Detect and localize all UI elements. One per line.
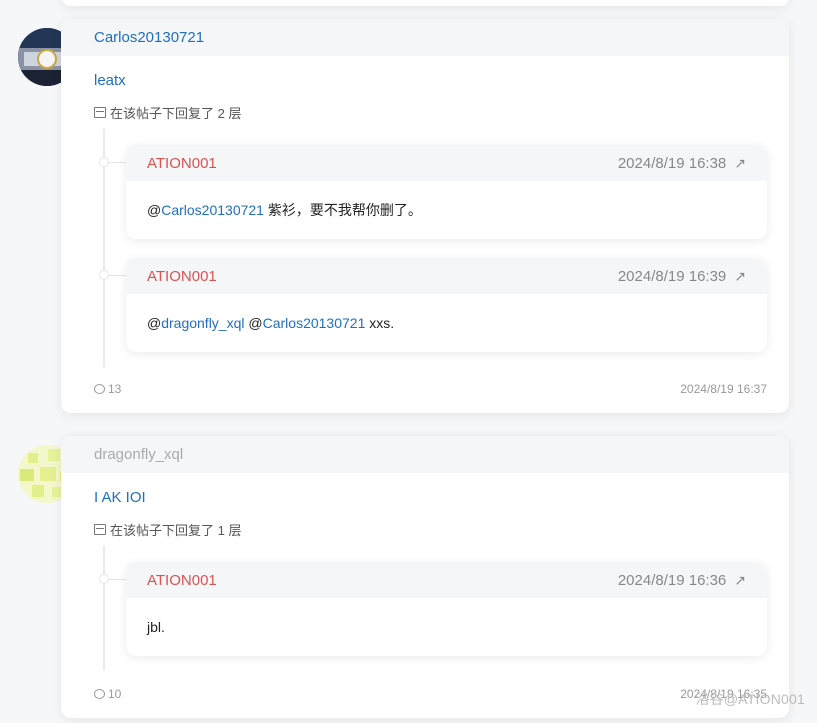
post-author[interactable]: dragonfly_xql: [94, 446, 183, 463]
post-card: dragonfly_xql I AK IOI 在该帖子下回复了 1 层 ATIO…: [61, 436, 789, 718]
mention-link[interactable]: dragonfly_xql: [161, 315, 244, 331]
arrow-up-right-icon[interactable]: ↗: [734, 572, 746, 589]
comment-count[interactable]: 10: [94, 687, 121, 701]
reply-header: ATION001 2024/8/19 16:36 ↗: [126, 562, 767, 598]
reply-info: 在该帖子下回复了 1 层: [94, 520, 241, 539]
reply-time: 2024/8/19 16:39: [617, 267, 727, 285]
reply-text: jbl.: [147, 619, 165, 635]
reply-card: ATION001 2024/8/19 16:39 ↗ @dragonfly_xq…: [126, 258, 767, 352]
post-header: Carlos20130721: [61, 19, 789, 56]
chat-bubble-icon: [94, 689, 105, 699]
post-author[interactable]: Carlos20130721: [94, 29, 204, 46]
reply-header: ATION001 2024/8/19 16:38 ↗: [126, 145, 767, 181]
thread-connector: [108, 579, 126, 580]
reply-card: ATION001 2024/8/19 16:38 ↗ @Carlos201307…: [126, 145, 767, 239]
reply-text: @: [147, 315, 162, 331]
reply-text: @: [147, 202, 162, 218]
reply-author[interactable]: ATION001: [147, 155, 217, 172]
arrow-up-right-icon[interactable]: ↗: [734, 268, 746, 285]
reply-author[interactable]: ATION001: [147, 572, 217, 589]
arrow-up-right-icon[interactable]: ↗: [734, 155, 746, 172]
reply-time: 2024/8/19 16:36: [617, 571, 727, 589]
archive-box-icon: [94, 524, 106, 535]
thread-line: [103, 546, 105, 670]
reply-text: xxs.: [365, 315, 395, 331]
reply-text: @: [244, 315, 263, 331]
reply-body: @dragonfly_xql @Carlos20130721 xxs.: [126, 294, 767, 352]
archive-box-icon: [94, 107, 106, 118]
reply-body: @Carlos20130721 紫衫，要不我帮你删了。: [126, 181, 767, 239]
reply-time-link[interactable]: 2024/8/19 16:39 ↗: [618, 268, 746, 285]
post-card: Carlos20130721 leatx 在该帖子下回复了 2 层 ATION0…: [61, 19, 789, 413]
reply-body: jbl.: [126, 598, 767, 656]
comment-count-value: 10: [108, 687, 122, 701]
chat-bubble-icon: [94, 384, 105, 394]
watermark: 洛谷@ATION001: [695, 691, 805, 707]
reply-time-link[interactable]: 2024/8/19 16:38 ↗: [618, 155, 746, 172]
post-header: dragonfly_xql: [61, 436, 789, 473]
thread-connector: [108, 162, 126, 163]
reply-time-link[interactable]: 2024/8/19 16:36 ↗: [618, 572, 746, 589]
reply-author[interactable]: ATION001: [147, 268, 217, 285]
comment-count[interactable]: 13: [94, 382, 121, 396]
reply-info: 在该帖子下回复了 2 层: [94, 103, 241, 122]
post-footer: 10 2024/8/19 16:35: [94, 687, 767, 701]
mention-link[interactable]: Carlos20130721: [263, 315, 366, 331]
post-title[interactable]: leatx: [94, 72, 126, 89]
reply-header: ATION001 2024/8/19 16:39 ↗: [126, 258, 767, 294]
previous-post-card-edge: [62, 0, 789, 6]
mention-link[interactable]: Carlos20130721: [161, 202, 264, 218]
comment-count-value: 13: [108, 382, 122, 396]
reply-time: 2024/8/19 16:38: [617, 154, 727, 172]
post-title[interactable]: I AK IOI: [94, 489, 146, 506]
reply-card: ATION001 2024/8/19 16:36 ↗ jbl.: [126, 562, 767, 656]
post-footer: 13 2024/8/19 16:37: [94, 382, 767, 396]
reply-info-text: 在该帖子下回复了 2 层: [110, 106, 242, 121]
reply-text: 紫衫，要不我帮你删了。: [263, 202, 422, 218]
thread-connector: [108, 275, 126, 276]
reply-info-text: 在该帖子下回复了 1 层: [110, 523, 242, 538]
post-time: 2024/8/19 16:37: [680, 382, 767, 396]
